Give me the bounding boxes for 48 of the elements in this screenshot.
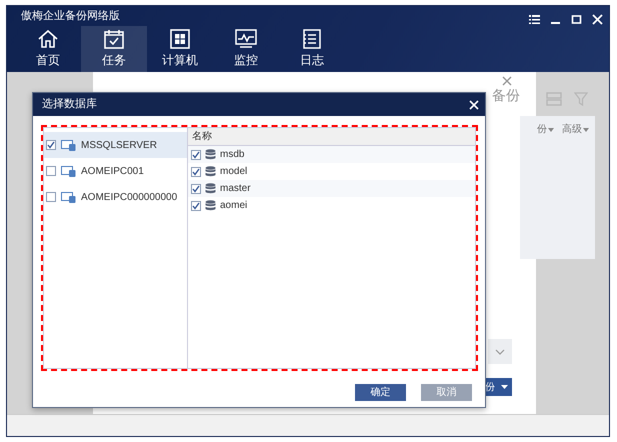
document-list-icon bbox=[301, 29, 323, 49]
chevron-icon bbox=[495, 348, 505, 354]
server-name: AOMEIPC000000000 bbox=[81, 190, 178, 204]
nav-tab[interactable]: 计算机 bbox=[147, 26, 213, 72]
menu-icon[interactable] bbox=[529, 14, 540, 25]
database-icon bbox=[205, 149, 216, 160]
database-name: model bbox=[220, 165, 248, 179]
database-name: msdb bbox=[220, 148, 244, 162]
server-name: AOMEIPC001 bbox=[81, 164, 144, 178]
checkbox[interactable] bbox=[191, 166, 201, 176]
nav-tab[interactable]: 监控 bbox=[213, 26, 279, 72]
nav-tab[interactable]: 任务 bbox=[81, 26, 147, 72]
server-icon bbox=[61, 140, 76, 150]
database-name: aomei bbox=[220, 199, 248, 213]
checkbox[interactable] bbox=[191, 184, 201, 194]
nav-tab[interactable]: 日志 bbox=[279, 26, 345, 72]
windows-icon bbox=[169, 29, 191, 49]
database-name: master bbox=[220, 182, 251, 196]
database-icon bbox=[205, 200, 216, 211]
ok-button[interactable]: 确定 bbox=[355, 384, 406, 401]
dropdown-field[interactable] bbox=[488, 339, 512, 364]
checkbox[interactable] bbox=[46, 192, 56, 202]
caret-icon bbox=[583, 128, 589, 132]
filter-dropdown[interactable]: 高级 bbox=[562, 122, 589, 137]
database-icon bbox=[205, 183, 216, 194]
monitor-pulse-icon bbox=[235, 29, 257, 49]
server-item[interactable]: MSSQLSERVER bbox=[44, 132, 187, 158]
database-icon bbox=[205, 166, 216, 177]
caret-icon bbox=[501, 385, 508, 389]
filter-dropdown[interactable]: 份 bbox=[537, 122, 554, 137]
server-item[interactable]: AOMEIPC000000000 bbox=[44, 184, 187, 210]
server-name: MSSQLSERVER bbox=[81, 138, 157, 152]
calendar-check-icon bbox=[103, 29, 125, 49]
checkbox[interactable] bbox=[191, 200, 201, 210]
dialog-title: 选择数据库 bbox=[42, 96, 97, 112]
checkbox[interactable] bbox=[46, 140, 56, 150]
column-header: 名称 bbox=[188, 128, 475, 146]
server-item[interactable]: AOMEIPC001 bbox=[44, 158, 187, 184]
server-icon bbox=[61, 166, 76, 176]
nav-tab[interactable]: 首页 bbox=[15, 26, 81, 72]
checkbox[interactable] bbox=[46, 166, 56, 176]
checkbox[interactable] bbox=[191, 150, 201, 160]
maximize-icon[interactable] bbox=[571, 14, 582, 25]
server-icon bbox=[61, 192, 76, 202]
app-title: 傲梅企业备份网络版 bbox=[21, 9, 120, 23]
house-icon bbox=[37, 29, 59, 49]
caret-icon bbox=[548, 128, 554, 132]
panel-heading: 备份 bbox=[492, 86, 520, 104]
